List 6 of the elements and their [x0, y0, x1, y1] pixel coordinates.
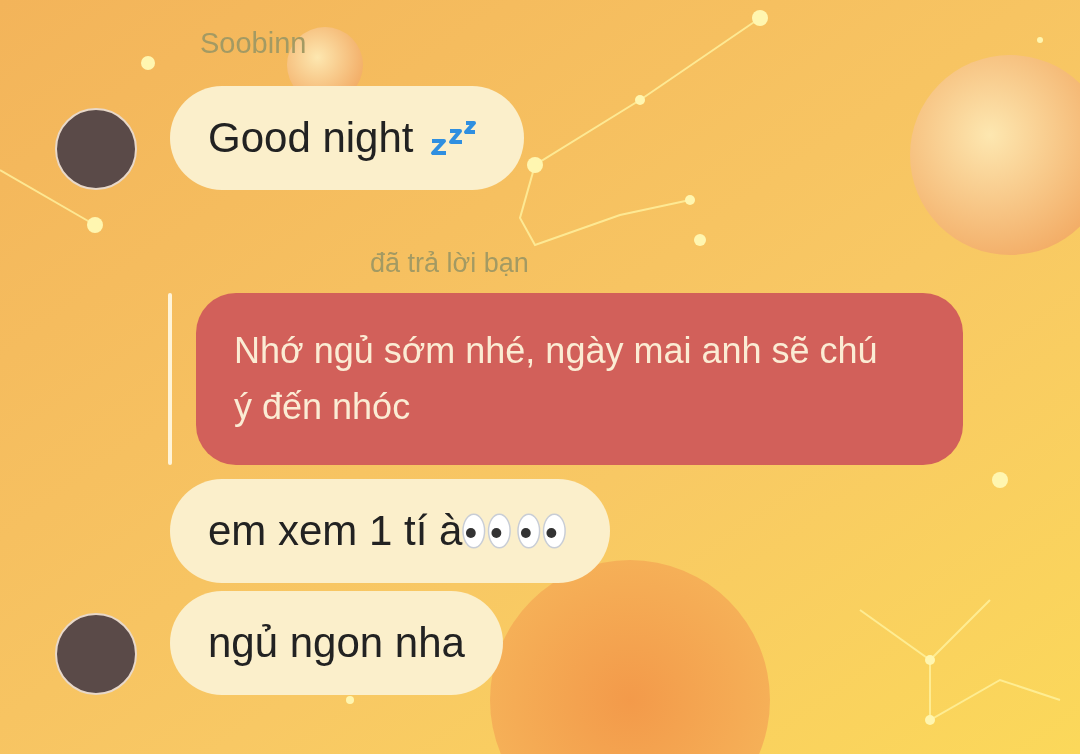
replied-message-bubble[interactable]: Nhớ ngủ sớm nhé, ngày mai anh sẽ chú ý đến nhóc	[196, 293, 963, 465]
message-bubble: em xem 1 tí à	[170, 479, 611, 583]
replied-label: đã trả lời bạn	[370, 248, 530, 279]
sender-name: Soobinn	[200, 26, 308, 60]
message-bubble: ngủ ngon nha	[170, 591, 503, 695]
message-bubble: Good night	[170, 86, 524, 190]
